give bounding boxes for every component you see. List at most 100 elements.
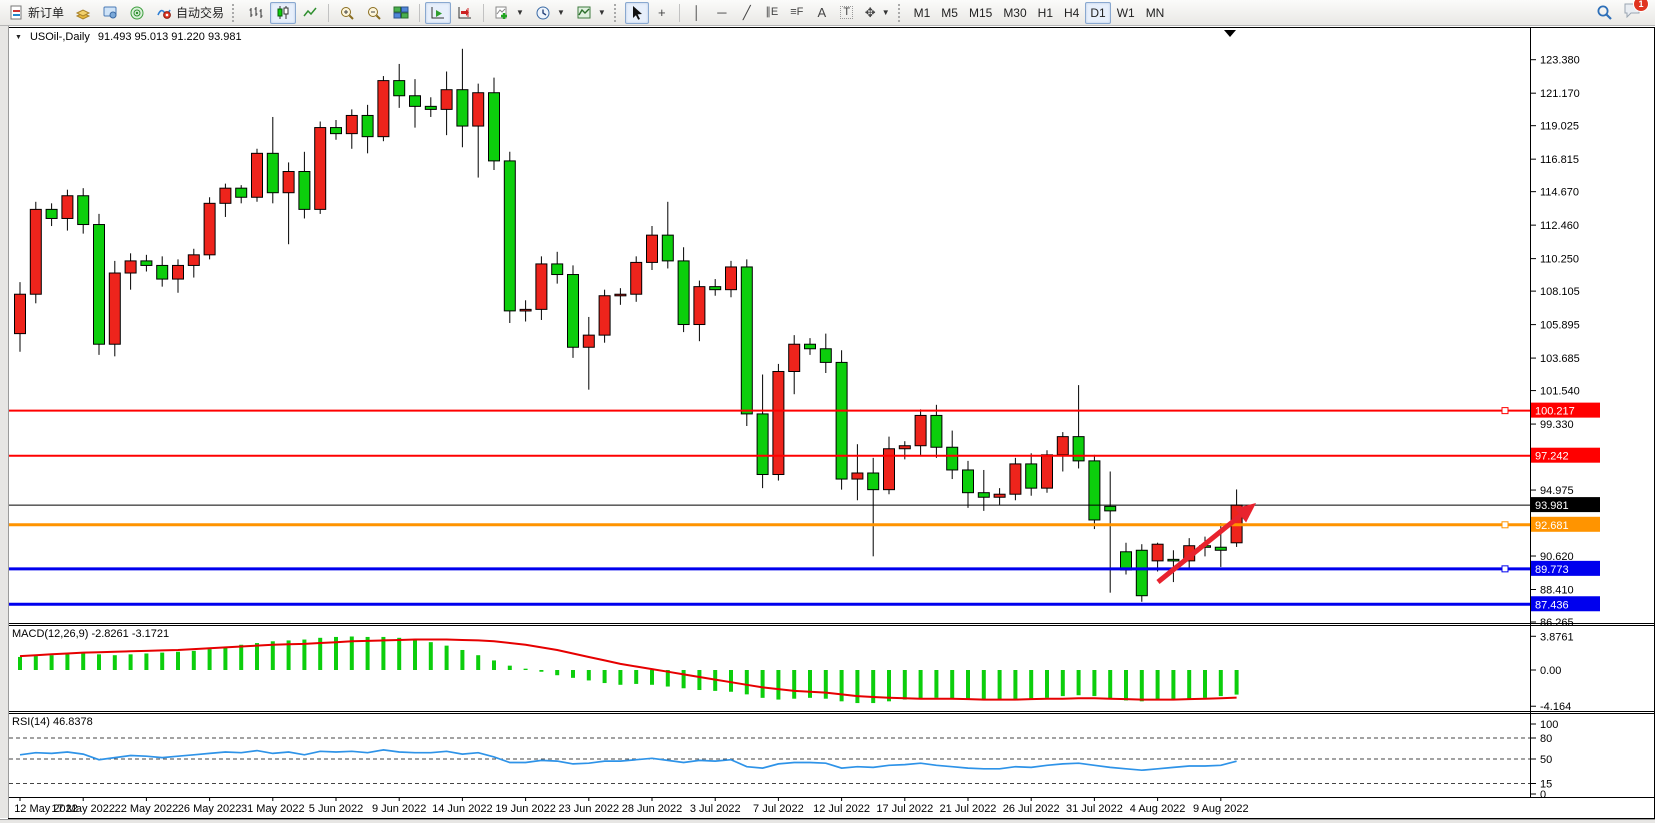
candle-body <box>125 261 136 273</box>
new-order-button[interactable]: 新订单 <box>4 2 69 24</box>
candle-body <box>868 473 879 490</box>
timeframe-button-H4[interactable]: H4 <box>1059 2 1084 24</box>
date-label: 14 Jun 2022 <box>432 803 493 815</box>
line-chart-button[interactable] <box>297 2 323 24</box>
trendline-tool-button[interactable]: ╱ <box>735 2 759 24</box>
rsi-panel: 1008050150RSI(14) 46.8378 <box>9 716 1558 801</box>
svg-text:100: 100 <box>1540 719 1558 731</box>
toolbar-right: 1 <box>1596 2 1641 23</box>
channel-tool-button[interactable]: ∥E <box>760 2 784 24</box>
timeframe-button-D1[interactable]: D1 <box>1085 2 1110 24</box>
svg-text:0.00: 0.00 <box>1540 665 1561 677</box>
text-tool-button[interactable]: A <box>810 2 834 24</box>
macd-bar <box>508 666 512 670</box>
templates-button[interactable]: ▼ <box>571 2 611 24</box>
timeframe-button-W1[interactable]: W1 <box>1112 2 1140 24</box>
indicators-button[interactable]: ▼ <box>489 2 529 24</box>
candle-body <box>378 81 389 137</box>
chart-canvas[interactable]: 123.380121.170119.025116.815114.670112.4… <box>0 0 1655 823</box>
strategy-tester-button[interactable] <box>124 2 150 24</box>
macd-bar <box>729 670 733 692</box>
candle-body <box>425 106 436 109</box>
macd-bar <box>50 655 54 670</box>
candle-body <box>536 264 547 309</box>
cursor-tool-button[interactable] <box>625 2 649 24</box>
chart-shift-button[interactable] <box>452 2 478 24</box>
new-order-label: 新订单 <box>28 4 64 21</box>
hline-handle[interactable] <box>1502 522 1508 528</box>
macd-bar <box>144 653 148 670</box>
date-label: 12 Jul 2022 <box>813 803 870 815</box>
timeframe-button-MN[interactable]: MN <box>1141 2 1170 24</box>
macd-bar <box>1235 670 1239 695</box>
macd-bar <box>429 642 433 670</box>
vertical-line-tool-button[interactable]: │ <box>685 2 709 24</box>
candle-body <box>15 294 26 333</box>
timeframe-button-M1[interactable]: M1 <box>909 2 936 24</box>
candle-body <box>267 153 278 192</box>
svg-text:88.410: 88.410 <box>1540 585 1574 597</box>
date-label: 3 Jul 2022 <box>690 803 741 815</box>
macd-bar <box>1061 670 1065 696</box>
toolbar-grip[interactable] <box>898 4 903 22</box>
macd-bar <box>824 670 828 699</box>
data-window-button[interactable] <box>97 2 123 24</box>
auto-scroll-button[interactable] <box>425 2 451 24</box>
toolbar-separator <box>483 4 484 22</box>
macd-bar <box>524 669 528 670</box>
candle-body <box>1057 437 1068 455</box>
candle-body <box>1089 461 1100 520</box>
hline-handle[interactable] <box>1502 566 1508 572</box>
chart-title: ▼ USOil-,Daily 91.493 95.013 91.220 93.9… <box>15 31 242 43</box>
candle-body <box>599 296 610 335</box>
candle-body <box>441 90 452 110</box>
date-axis[interactable]: 12 May 202217 May 202222 May 202226 May … <box>14 798 1248 816</box>
candle-body <box>1073 437 1084 461</box>
candle-body <box>157 265 168 279</box>
collapse-icon[interactable]: ▼ <box>15 34 22 41</box>
macd-bar <box>176 652 180 670</box>
periods-button[interactable]: ▼ <box>530 2 570 24</box>
tile-windows-button[interactable] <box>388 2 414 24</box>
arrows-tool-button[interactable]: ✥ ▼ <box>860 2 895 24</box>
macd-bar <box>934 670 938 698</box>
chart-end-marker[interactable] <box>1224 30 1236 37</box>
macd-bar <box>381 637 385 670</box>
candle-body <box>504 161 515 311</box>
horizontal-line-tool-button[interactable]: ─ <box>710 2 734 24</box>
notifications-button[interactable]: 1 <box>1623 2 1641 23</box>
svg-text:3.8761: 3.8761 <box>1540 631 1574 643</box>
mt4-terminal: 新订单 自动交易 <box>0 0 1655 823</box>
label-tool-button[interactable]: T <box>835 2 859 24</box>
toolbar-grip[interactable] <box>232 4 237 22</box>
hline-handle[interactable] <box>1502 408 1508 414</box>
candle-body <box>805 344 816 349</box>
macd-bar <box>950 670 954 699</box>
candle-body <box>915 415 926 445</box>
macd-bar <box>223 647 227 670</box>
date-label: 7 Jul 2022 <box>753 803 804 815</box>
candle-body <box>315 128 326 210</box>
timeframe-button-M15[interactable]: M15 <box>964 2 997 24</box>
search-icon[interactable] <box>1596 4 1613 21</box>
candlestick-chart-button[interactable] <box>270 2 296 24</box>
timeframe-button-M30[interactable]: M30 <box>998 2 1031 24</box>
zoom-out-button[interactable] <box>361 2 387 24</box>
macd-bar <box>34 656 38 670</box>
bar-chart-button[interactable] <box>243 2 269 24</box>
macd-bar <box>1013 670 1017 700</box>
timeframe-button-M5[interactable]: M5 <box>936 2 963 24</box>
timeframe-button-H1[interactable]: H1 <box>1033 2 1058 24</box>
macd-bar <box>919 670 923 699</box>
macd-bar <box>476 655 480 670</box>
auto-trading-button[interactable]: 自动交易 <box>151 2 229 24</box>
zoom-in-button[interactable] <box>334 2 360 24</box>
macd-bar <box>18 657 22 670</box>
crosshair-tool-button[interactable]: + <box>650 2 674 24</box>
signal-icon <box>129 5 145 21</box>
toolbar-grip[interactable] <box>614 4 619 22</box>
fibonacci-tool-button[interactable]: ≡F <box>785 2 809 24</box>
market-watch-button[interactable] <box>70 2 96 24</box>
date-label: 28 Jun 2022 <box>622 803 683 815</box>
macd-bar <box>1203 670 1207 698</box>
